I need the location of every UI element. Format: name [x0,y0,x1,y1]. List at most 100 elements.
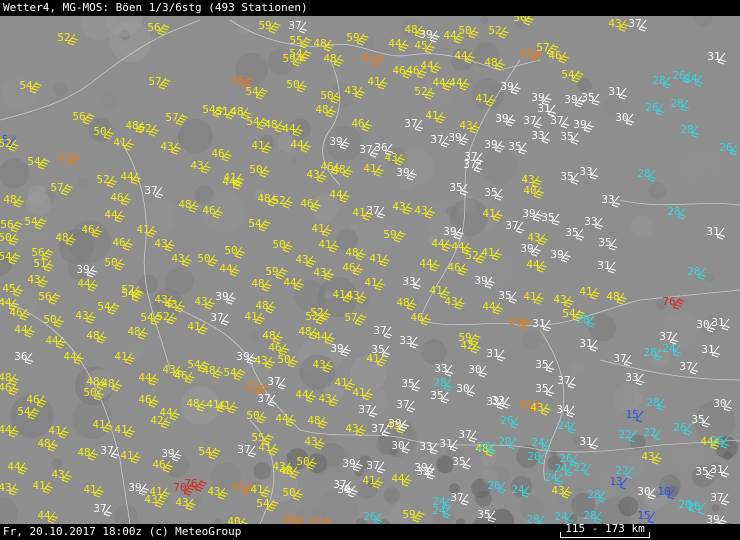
barb-flag [556,480,563,483]
barb-flag [433,263,440,267]
gust-value: 50 [277,353,290,366]
station-gust: 43 [254,354,275,369]
gust-value: 42 [150,414,163,427]
gust-value: 37 [100,444,113,457]
gust-value: 37 [358,403,371,416]
gust-value: 59 [402,508,415,521]
station-gust: 31 [532,317,551,332]
gust-value: 51 [33,257,46,270]
station-gust: 41 [311,222,332,237]
gust-value: 39 [520,242,533,255]
barb-flag [211,258,218,262]
barb-flag [125,145,132,148]
barb-flag [541,237,548,241]
gust-value: 31 [701,343,714,356]
barb-flag [150,131,157,134]
barb-flag [55,322,62,325]
gust-value: 35 [452,455,465,468]
map-canvas: 59 37 525050 43 37525655 48 59 39485459 48 6744 45… [0,0,740,540]
station-gust: 46 [548,49,569,64]
gust-value: 43 [608,17,621,30]
station-gust: 43 [194,295,215,310]
barb-flag [723,325,730,328]
barb-flag [383,258,390,262]
barb-flag [132,179,139,182]
barb-flag [307,397,314,400]
station-gust: 48 [77,446,98,461]
gust-value: 33 [601,193,614,206]
barb-flag [351,489,358,493]
gust-value: 59 [346,31,359,44]
scale-label: 115 - 173 km [565,522,645,535]
station-gust: 28 [652,74,671,89]
gust-value: 41 [429,284,442,297]
relief-patch [198,307,211,320]
gust-value: 50 [224,244,237,257]
station-gust: 48 [315,103,336,118]
barb-flag [152,377,159,381]
station-gust: 52 [57,31,78,46]
station-gust: 48 [484,56,505,71]
barb-flag [330,247,337,250]
gust-value: 31 [532,317,545,330]
gust-value: 48 [323,52,336,65]
barb-flag [212,451,219,455]
relief-patch [480,148,518,185]
barb-flag [542,410,549,413]
station-gust: 35 [581,91,600,106]
gust-value: 69 [509,315,522,328]
station-gust: 44 [138,371,159,386]
barb-flag [49,518,56,521]
gust-value: 50 [83,386,96,399]
gust-value: 41 [364,276,377,289]
barb-flag [653,459,660,462]
gust-value: 30 [456,382,469,395]
barb-flag [327,112,334,115]
gust-value: 33 [584,215,597,228]
station-gust: 41 [425,109,446,124]
barb-flag [259,91,266,95]
barb-flag [620,26,627,29]
gust-value: 31 [597,259,610,272]
gust-value: 35 [695,465,708,478]
barb-flag [609,268,616,271]
gust-value: 41 [114,350,127,363]
barb-flag [43,159,50,162]
station-gust: 67 [362,52,385,67]
gust-value: 44 [443,29,457,42]
barb-flag [470,437,477,440]
gust-value: 26 [719,141,732,154]
barb-flag [116,265,123,268]
gust-value: 52 [96,173,109,186]
barb-flag [719,59,726,62]
station-gust: 39 [522,207,543,222]
gust-value: 35 [449,181,462,194]
gust-value: 15 [625,408,638,421]
barb-flag [284,203,291,206]
station-gust: 54 [245,85,268,100]
barb-flag [507,121,514,124]
barb-flag [685,430,692,433]
relief-patch [682,150,723,191]
barb-flag [270,450,277,453]
station-gust: 41 [523,290,544,305]
gust-value: 46 [410,311,423,324]
gust-value: 41 [217,399,230,412]
gust-value: 28 [576,313,589,326]
barb-flag [263,169,270,173]
station-gust: 56 [147,21,170,36]
station-gust: 31 [710,463,729,478]
gust-value: 42 [460,339,473,352]
barb-flag [300,84,307,88]
barb-flag [720,519,727,523]
gust-value: 44 [391,472,405,485]
gust-value: 44 [419,257,433,270]
barb-flag [502,30,509,34]
gust-value: 52 [121,283,134,296]
barb-flag [266,363,273,366]
barb-flag [208,301,215,305]
station-gust: 57 [165,111,188,126]
barb-flag [57,343,64,346]
station-gust: 56 [38,290,61,305]
barb-flag [532,56,539,59]
